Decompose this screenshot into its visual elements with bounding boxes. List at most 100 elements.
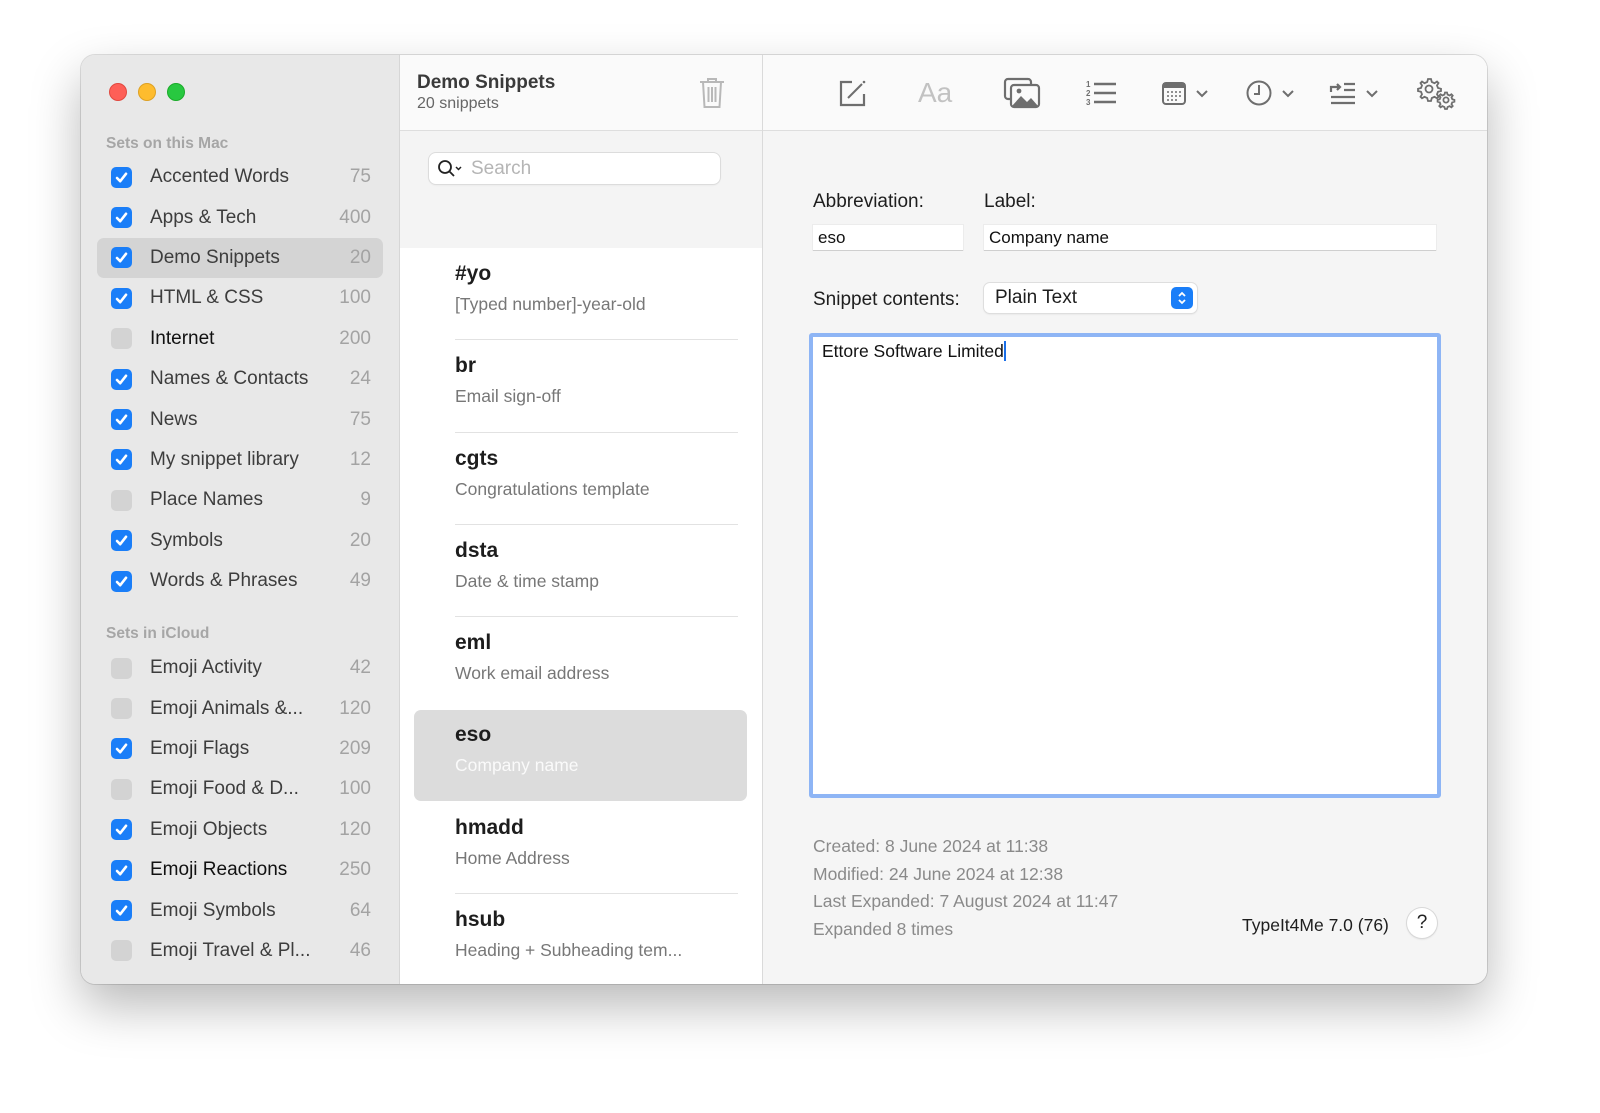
- abbreviation-label: Abbreviation:: [813, 191, 924, 212]
- search-field[interactable]: [429, 153, 720, 184]
- snippet-list-item[interactable]: hsub Heading + Subheading tem...: [400, 894, 762, 984]
- snippet-abbreviation: eml: [455, 631, 492, 655]
- checkbox-checked[interactable]: [111, 738, 132, 760]
- checkbox-unchecked[interactable]: [111, 778, 132, 800]
- window-controls: [109, 83, 185, 101]
- contents-type-value: Plain Text: [995, 287, 1078, 308]
- sidebar-set-item[interactable]: Emoji Flags 209: [97, 729, 383, 769]
- app-version: TypeIt4Me 7.0 (76): [1242, 915, 1389, 935]
- snippet-label: Company name: [455, 755, 579, 776]
- snippet-list-item[interactable]: #yo [Typed number]-year-old: [400, 248, 762, 341]
- checkbox-unchecked[interactable]: [111, 489, 132, 511]
- section-title-icloud: Sets in iCloud: [106, 625, 210, 642]
- set-count: 250: [339, 859, 371, 881]
- sidebar-set-item[interactable]: News 75: [97, 399, 383, 439]
- set-name: Emoji Objects: [150, 818, 268, 840]
- sidebar-set-item[interactable]: Emoji Activity 42: [97, 648, 383, 688]
- set-name: Emoji Symbols: [150, 899, 276, 921]
- svg-text:2: 2: [1086, 89, 1091, 98]
- set-name: Emoji Flags: [150, 737, 250, 759]
- numbered-list-button[interactable]: 1 2 3: [1085, 73, 1117, 113]
- checkbox-checked[interactable]: [111, 247, 132, 269]
- sidebar-set-item[interactable]: HTML & CSS 100: [97, 278, 383, 318]
- snippet-list-item[interactable]: eso Company name: [400, 709, 762, 801]
- label-field[interactable]: [984, 225, 1436, 250]
- sidebar-set-item[interactable]: Internet 200: [97, 319, 383, 359]
- text-cursor: [1003, 341, 1006, 361]
- sidebar-set-item[interactable]: My snippet library 12: [97, 440, 383, 480]
- sidebar-set-item[interactable]: Emoji Reactions 250: [97, 850, 383, 890]
- close-window-button[interactable]: [109, 83, 127, 101]
- snippet-contents-editor[interactable]: Ettore Software Limited: [809, 333, 1441, 798]
- checkbox-checked[interactable]: [111, 368, 132, 390]
- snippet-editor: Aa 1 2 3 Abbreviation: Label: eso Compan…: [763, 55, 1487, 984]
- checkbox-unchecked[interactable]: [111, 657, 132, 679]
- chevron-down-icon: [1196, 90, 1208, 98]
- sidebar-set-item[interactable]: Demo Snippets 20: [97, 237, 383, 279]
- checkbox-checked[interactable]: [111, 900, 132, 922]
- sidebar-set-item[interactable]: Emoji Travel & Pl... 46: [97, 931, 383, 971]
- snippet-list-item[interactable]: eml Work email address: [400, 617, 762, 709]
- delete-button[interactable]: [698, 76, 726, 110]
- snippet-list-item[interactable]: hmadd Home Address: [400, 802, 762, 895]
- snippet-label: Date & time stamp: [455, 570, 599, 591]
- snippet-label: Work email address: [455, 663, 610, 684]
- section-title-mac: Sets on this Mac: [106, 135, 229, 152]
- zoom-window-button[interactable]: [167, 83, 185, 101]
- sidebar-set-item[interactable]: Emoji Objects 120: [97, 810, 383, 850]
- contents-type-popup[interactable]: Plain Text: [984, 283, 1197, 313]
- clock-icon: [1246, 80, 1272, 106]
- sidebar-set-item[interactable]: Accented Words 75: [97, 157, 383, 197]
- checkbox-checked[interactable]: [111, 859, 132, 881]
- font-icon: Aa: [918, 77, 953, 108]
- checkbox-unchecked[interactable]: [111, 328, 132, 350]
- modified-date: Modified: 24 June 2024 at 12:38: [813, 863, 1064, 884]
- set-count: 100: [339, 287, 371, 309]
- settings-button[interactable]: [1415, 73, 1457, 113]
- snippet-list-item[interactable]: cgts Congratulations template: [400, 433, 762, 526]
- set-name: Emoji Food & D...: [150, 778, 299, 800]
- date-menu-button[interactable]: [1161, 73, 1209, 113]
- checkbox-checked[interactable]: [111, 207, 132, 229]
- checkbox-checked[interactable]: [111, 449, 132, 471]
- checkmark-icon: [115, 172, 128, 183]
- search-icon[interactable]: [437, 159, 465, 179]
- insert-image-button[interactable]: [1003, 73, 1041, 113]
- checkbox-unchecked[interactable]: [111, 940, 132, 962]
- sidebar-set-item[interactable]: Place Names 9: [97, 480, 383, 520]
- checkbox-checked[interactable]: [111, 409, 132, 431]
- checkbox-checked[interactable]: [111, 819, 132, 841]
- up-down-chevron-icon: [1171, 287, 1193, 309]
- checkmark-icon: [115, 212, 128, 223]
- set-count: 20: [349, 529, 371, 551]
- checkbox-checked[interactable]: [111, 570, 132, 592]
- sidebar-set-item[interactable]: Words & Phrases 49: [97, 561, 383, 601]
- set-count: 209: [339, 737, 371, 759]
- abbreviation-field[interactable]: [813, 225, 963, 250]
- search-input[interactable]: [471, 157, 711, 180]
- sidebar-set-item[interactable]: Emoji Animals &... 120: [97, 688, 383, 728]
- cursor-menu-button[interactable]: [1329, 73, 1379, 113]
- numbered-list-icon: 1 2 3: [1086, 80, 1116, 107]
- sidebar-set-item[interactable]: Emoji Food & D... 100: [97, 769, 383, 809]
- set-count: 9: [360, 489, 371, 511]
- font-button[interactable]: Aa: [918, 73, 952, 113]
- snippet-list-item[interactable]: br Email sign-off: [400, 340, 762, 433]
- checkmark-icon: [115, 743, 128, 754]
- icloud-sets-list: Emoji Activity 42 Emoji Animals &... 120 Emo…: [97, 648, 383, 971]
- snippet-label: Home Address: [455, 847, 570, 868]
- checkbox-checked[interactable]: [111, 287, 132, 309]
- help-button[interactable]: ?: [1407, 908, 1437, 938]
- sidebar-set-item[interactable]: Apps & Tech 400: [97, 197, 383, 237]
- time-menu-button[interactable]: [1245, 73, 1295, 113]
- set-name: Names & Contacts: [150, 368, 309, 390]
- sidebar-set-item[interactable]: Emoji Symbols 64: [97, 890, 383, 930]
- snippet-list-item[interactable]: dsta Date & time stamp: [400, 525, 762, 618]
- sidebar-set-item[interactable]: Names & Contacts 24: [97, 359, 383, 399]
- checkbox-checked[interactable]: [111, 166, 132, 188]
- checkbox-checked[interactable]: [111, 530, 132, 552]
- new-snippet-button[interactable]: [836, 73, 868, 113]
- checkbox-unchecked[interactable]: [111, 698, 132, 720]
- sidebar-set-item[interactable]: Symbols 20: [97, 521, 383, 561]
- minimize-window-button[interactable]: [138, 83, 156, 101]
